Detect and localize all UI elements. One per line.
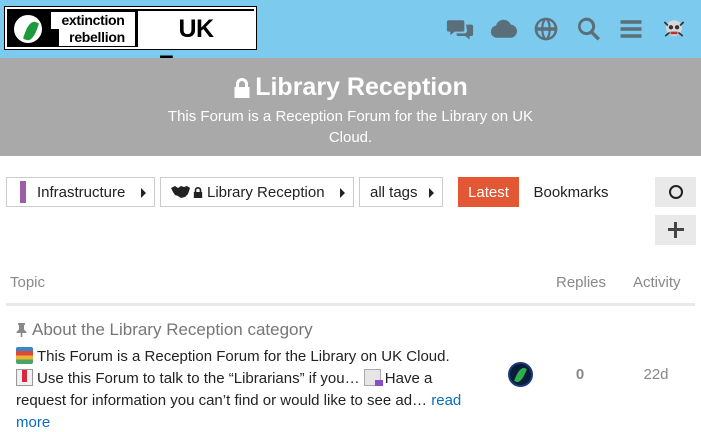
tags-dropdown-label: all tags [370, 183, 418, 201]
column-header-activity[interactable]: Activity [633, 274, 681, 291]
books-emoji-icon [16, 347, 33, 364]
caret-right-icon [429, 188, 434, 198]
chat-icon[interactable] [444, 13, 476, 45]
xr-logo-icon [11, 12, 45, 46]
new-topic-button[interactable] [655, 215, 696, 245]
globe-icon[interactable] [530, 13, 562, 45]
subcategory-dropdown-label: Library Reception [207, 183, 325, 201]
search-icon[interactable] [573, 13, 605, 45]
latest-tab[interactable]: Latest [458, 177, 519, 207]
pin-icon [16, 323, 27, 337]
circle-icon [668, 185, 683, 199]
bookmark-book-emoji-icon [16, 369, 33, 386]
lock-icon [234, 77, 250, 98]
topic-title-text: About the Library Reception category [32, 320, 313, 339]
table-header-divider [6, 303, 695, 306]
topic-title[interactable]: About the Library Reception category [16, 320, 313, 340]
caret-right-icon [340, 188, 345, 198]
hamburger-menu-icon[interactable] [615, 13, 647, 45]
category-banner: Library Reception This Forum is a Recept… [0, 58, 701, 156]
category-description: This Forum is a Reception Forum for the … [167, 108, 534, 146]
lock-icon [193, 186, 203, 198]
topic-replies-count: 0 [575, 366, 585, 383]
logo-text-extinction: extinction [51, 12, 135, 29]
category-dropdown[interactable]: Infrastructure [6, 177, 155, 207]
excerpt-text-1: This Forum is a Reception Forum for the … [37, 348, 450, 365]
logo-text-rebellion: rebellion [59, 29, 135, 46]
column-header-topic[interactable]: Topic [10, 274, 45, 291]
site-header: extinction rebellion UK Forum [0, 0, 701, 79]
plus-icon [667, 222, 684, 238]
site-logo[interactable]: extinction rebellion UK Forum [4, 6, 257, 79]
poster-avatar[interactable] [508, 362, 533, 387]
subcategory-dropdown[interactable]: Library Reception [160, 177, 354, 207]
excerpt-text-2: Use this Forum to talk to the “Librarian… [37, 370, 360, 387]
column-header-replies[interactable]: Replies [556, 274, 606, 291]
category-dropdown-label: Infrastructure [37, 183, 126, 201]
logo-forum-name: UK Forum [138, 11, 254, 79]
category-title-text: Library Reception [255, 73, 468, 101]
document-emoji-icon [363, 369, 383, 386]
bookmarks-tab[interactable]: Bookmarks [523, 177, 619, 207]
topic-excerpt: This Forum is a Reception Forum for the … [16, 346, 466, 432]
handshake-icon [171, 186, 190, 198]
category-color-bar [20, 181, 26, 203]
topic-activity[interactable]: 22d [634, 366, 678, 383]
tags-dropdown[interactable]: all tags [359, 177, 443, 207]
notification-level-button[interactable] [655, 177, 696, 207]
user-avatar[interactable] [658, 13, 690, 45]
cloud-icon[interactable] [487, 13, 519, 45]
caret-right-icon [141, 188, 146, 198]
category-title: Library Reception [0, 73, 701, 102]
